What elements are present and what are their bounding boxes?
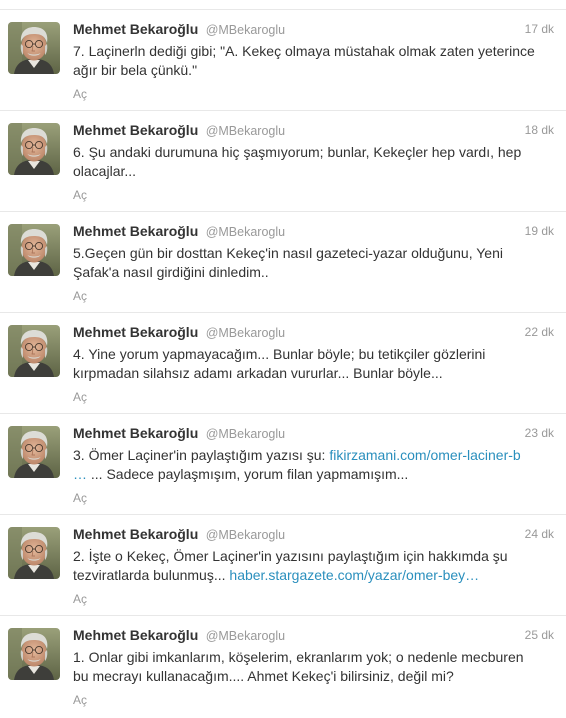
tweet-text-line: Şafak'a nasıl girdiğini dinledim.. — [73, 264, 269, 280]
expand-link[interactable]: Aç — [73, 693, 554, 707]
author-fullname[interactable]: Mehmet Bekaroğlu — [73, 21, 198, 37]
avatar[interactable] — [8, 426, 60, 478]
tweet-link-ellipsis[interactable]: … — [73, 466, 87, 482]
tweet-timestamp[interactable]: 24 dk — [525, 525, 554, 544]
avatar[interactable] — [8, 22, 60, 74]
expand-link[interactable]: Aç — [73, 188, 554, 202]
expand-link[interactable]: Aç — [73, 289, 554, 303]
tweet-text-segment: tezviratlarda bulunmuş... — [73, 567, 230, 583]
tweet-header: Mehmet Bekaroğlu @MBekaroglu 18 dk — [73, 121, 554, 140]
tweet-header: Mehmet Bekaroğlu @MBekaroglu 19 dk — [73, 222, 554, 241]
avatar[interactable] — [8, 527, 60, 579]
author-fullname[interactable]: Mehmet Bekaroğlu — [73, 223, 198, 239]
tweet-text-line: 7. Laçinerln dediği gibi; "A. Kekeç olma… — [73, 43, 535, 59]
avatar-image — [8, 123, 60, 175]
tweet-item[interactable]: Mehmet Bekaroğlu @MBekaroglu 19 dk 5.Geç… — [0, 212, 566, 313]
tweet-timestamp[interactable]: 17 dk — [525, 20, 554, 39]
avatar-image — [8, 628, 60, 680]
author-fullname[interactable]: Mehmet Bekaroğlu — [73, 425, 198, 441]
tweet-text-line: 4. Yine yorum yapmayacağım... Bunlar böy… — [73, 346, 486, 362]
tweet-text-line: 3. Ömer Laçiner'in paylaştığım yazısı şu… — [73, 446, 548, 465]
tweet-text-line: 2. İşte o Kekeç, Ömer Laçiner'in yazısın… — [73, 548, 508, 564]
expand-link[interactable]: Aç — [73, 592, 554, 606]
author-username[interactable]: @MBekaroglu — [206, 23, 285, 37]
tweet-text: 6. Şu andaki durumuna hiç şaşmıyorum; bu… — [73, 143, 554, 181]
tweet-text-line: kırpmadan silahsız adamı arkadan vururla… — [73, 365, 443, 381]
tweet-text-line: 5.Geçen gün bir dosttan Kekeç'in nasıl g… — [73, 245, 503, 261]
tweet-text-line: … ... Sadece paylaşmışım, yorum filan ya… — [73, 465, 548, 484]
tweet-item[interactable]: Mehmet Bekaroğlu @MBekaroglu 25 dk 1. On… — [0, 616, 566, 717]
tweet-text-line: 6. Şu andaki durumuna hiç şaşmıyorum; bu… — [73, 144, 522, 160]
avatar-image — [8, 527, 60, 579]
tweet-timestamp[interactable]: 19 dk — [525, 222, 554, 241]
tweet-item[interactable]: Mehmet Bekaroğlu @MBekaroglu 23 dk 3. Öm… — [0, 414, 566, 515]
tweet-header: Mehmet Bekaroğlu @MBekaroglu 17 dk — [73, 20, 554, 39]
tweet-text-segment: 3. Ömer Laçiner'in paylaştığım yazısı şu… — [73, 447, 330, 463]
tweet-header: Mehmet Bekaroğlu @MBekaroglu 25 dk — [73, 626, 554, 645]
tweet-text: 2. İşte o Kekeç, Ömer Laçiner'in yazısın… — [73, 547, 554, 585]
author-username[interactable]: @MBekaroglu — [206, 629, 285, 643]
tweet-timestamp[interactable]: 22 dk — [525, 323, 554, 342]
tweet-text-line: ağır bir bela çünkü." — [73, 62, 198, 78]
tweet-text-line: 1. Onlar gibi imkanlarım, köşelerim, ekr… — [73, 649, 524, 665]
author-fullname[interactable]: Mehmet Bekaroğlu — [73, 627, 198, 643]
avatar[interactable] — [8, 325, 60, 377]
tweet-header: Mehmet Bekaroğlu @MBekaroglu 22 dk — [73, 323, 554, 342]
tweet-text-line: tezviratlarda bulunmuş... haber.stargaze… — [73, 566, 548, 585]
author-username[interactable]: @MBekaroglu — [206, 225, 285, 239]
tweet-text: 3. Ömer Laçiner'in paylaştığım yazısı şu… — [73, 446, 554, 484]
author-username[interactable]: @MBekaroglu — [206, 124, 285, 138]
author-fullname[interactable]: Mehmet Bekaroğlu — [73, 526, 198, 542]
tweet-item[interactable]: Mehmet Bekaroğlu @MBekaroglu 24 dk 2. İş… — [0, 515, 566, 616]
avatar-image — [8, 22, 60, 74]
tweet-text-line: olacajlar... — [73, 163, 137, 179]
tweet-timeline: Mehmet Bekaroğlu @MBekaroglu 17 dk 7. La… — [0, 10, 566, 717]
author-username[interactable]: @MBekaroglu — [206, 427, 285, 441]
avatar-image — [8, 426, 60, 478]
avatar[interactable] — [8, 628, 60, 680]
tweet-content: Mehmet Bekaroğlu @MBekaroglu 25 dk 1. On… — [73, 626, 554, 707]
expand-link[interactable]: Aç — [73, 390, 554, 404]
tweet-text-line: bu mecrayı kullanacağım.... Ahmet Kekeç'… — [73, 668, 454, 684]
tweet-content: Mehmet Bekaroğlu @MBekaroglu 19 dk 5.Geç… — [73, 222, 554, 303]
tweet-link[interactable]: haber.stargazete.com/yazar/omer-bey… — [229, 567, 479, 583]
tweet-header: Mehmet Bekaroğlu @MBekaroglu 24 dk — [73, 525, 554, 544]
author-fullname[interactable]: Mehmet Bekaroğlu — [73, 324, 198, 340]
tweet-item[interactable]: Mehmet Bekaroğlu @MBekaroglu 22 dk 4. Yi… — [0, 313, 566, 414]
tweet-text: 4. Yine yorum yapmayacağım... Bunlar böy… — [73, 345, 554, 383]
timeline-top-border — [0, 0, 566, 10]
expand-link[interactable]: Aç — [73, 491, 554, 505]
tweet-link[interactable]: fikirzamani.com/omer-laciner-b — [329, 447, 520, 463]
tweet-text: 1. Onlar gibi imkanlarım, köşelerim, ekr… — [73, 648, 554, 686]
tweet-text: 7. Laçinerln dediği gibi; "A. Kekeç olma… — [73, 42, 554, 80]
tweet-content: Mehmet Bekaroğlu @MBekaroglu 24 dk 2. İş… — [73, 525, 554, 606]
tweet-item[interactable]: Mehmet Bekaroğlu @MBekaroglu 18 dk 6. Şu… — [0, 111, 566, 212]
tweet-timestamp[interactable]: 23 dk — [525, 424, 554, 443]
tweet-timestamp[interactable]: 25 dk — [525, 626, 554, 645]
avatar-image — [8, 325, 60, 377]
tweet-text: 5.Geçen gün bir dosttan Kekeç'in nasıl g… — [73, 244, 554, 282]
avatar-image — [8, 224, 60, 276]
tweet-timestamp[interactable]: 18 dk — [525, 121, 554, 140]
expand-link[interactable]: Aç — [73, 87, 554, 101]
tweet-content: Mehmet Bekaroğlu @MBekaroglu 23 dk 3. Öm… — [73, 424, 554, 505]
avatar[interactable] — [8, 224, 60, 276]
tweet-header: Mehmet Bekaroğlu @MBekaroglu 23 dk — [73, 424, 554, 443]
avatar[interactable] — [8, 123, 60, 175]
tweet-content: Mehmet Bekaroğlu @MBekaroglu 18 dk 6. Şu… — [73, 121, 554, 202]
author-username[interactable]: @MBekaroglu — [206, 528, 285, 542]
tweet-item[interactable]: Mehmet Bekaroğlu @MBekaroglu 17 dk 7. La… — [0, 10, 566, 111]
tweet-content: Mehmet Bekaroğlu @MBekaroglu 22 dk 4. Yi… — [73, 323, 554, 404]
author-fullname[interactable]: Mehmet Bekaroğlu — [73, 122, 198, 138]
tweet-content: Mehmet Bekaroğlu @MBekaroglu 17 dk 7. La… — [73, 20, 554, 101]
author-username[interactable]: @MBekaroglu — [206, 326, 285, 340]
tweet-text-segment: ... Sadece paylaşmışım, yorum filan yapm… — [87, 466, 409, 482]
